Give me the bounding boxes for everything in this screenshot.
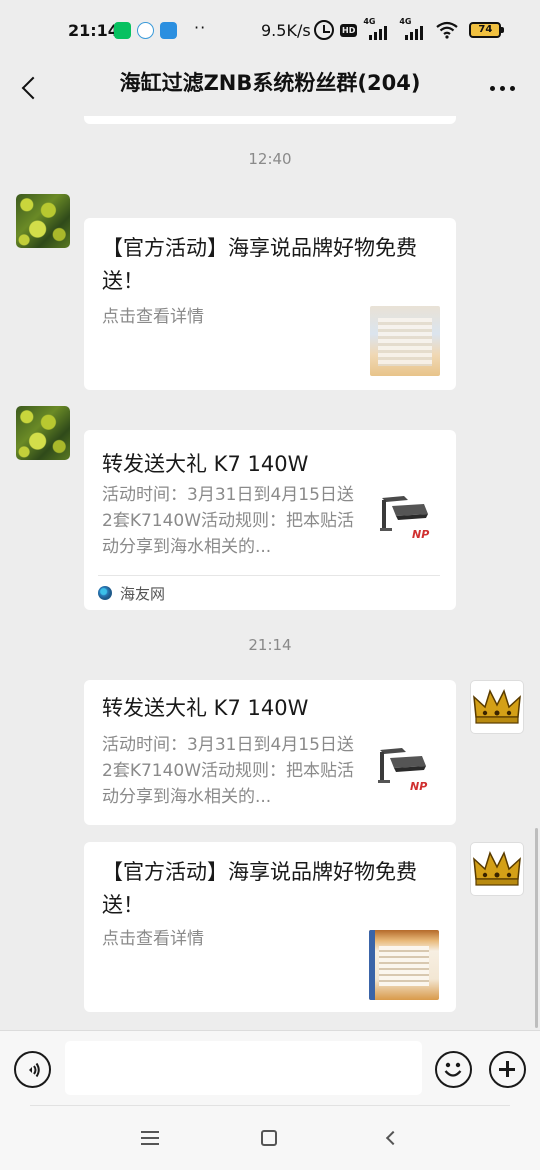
my-avatar[interactable] <box>470 842 524 896</box>
message-timestamp: 21:14 <box>248 636 292 654</box>
card-description: 活动时间：3月31日到4月15日送2套K7140W活动规则：把本贴活动分享到海水… <box>102 485 355 557</box>
card-source-name: 海友网 <box>120 585 166 603</box>
chat-message-list[interactable]: 12:40 【官方活动】海享说品牌好物免费送！ 点击查看详情 转发送大礼 K7 … <box>0 116 540 1030</box>
browser-icon <box>137 22 154 39</box>
card-title: 【官方活动】海享说品牌好物免费送！ <box>102 236 417 293</box>
voice-icon <box>29 1062 40 1078</box>
source-logo-icon <box>98 586 112 600</box>
link-card[interactable]: 转发送大礼 K7 140W 活动时间：3月31日到4月15日送2套K7140W活… <box>84 680 456 825</box>
network-speed: 9.5K/s <box>261 21 311 40</box>
cloud-icon <box>160 22 177 39</box>
signal-icon: 4G <box>399 17 429 40</box>
status-app-icons <box>114 22 177 39</box>
link-card[interactable]: 【官方活动】海享说品牌好物免费送！ 点击查看详情 <box>84 218 456 390</box>
nav-back-icon[interactable] <box>384 1130 401 1146</box>
svg-text:NP: NP <box>410 780 427 793</box>
message-text-input[interactable] <box>65 1041 422 1095</box>
card-source-bar: 海友网 <box>98 575 440 603</box>
previous-message-card[interactable] <box>84 116 456 124</box>
crown-icon <box>473 689 521 724</box>
wifi-icon <box>436 21 459 39</box>
chevron-left-icon <box>21 76 45 100</box>
menu-icon[interactable] <box>141 1131 159 1145</box>
card-title: 转发送大礼 K7 140W <box>102 696 309 720</box>
card-thumbnail: NP <box>370 484 440 554</box>
status-right-icons: HD 4G 4G 74 <box>314 17 505 40</box>
emoji-button[interactable] <box>435 1051 472 1088</box>
card-description: 点击查看详情 <box>102 307 204 327</box>
more-functions-button[interactable] <box>489 1051 526 1088</box>
crown-icon <box>473 851 521 886</box>
more-options-button[interactable] <box>484 76 520 100</box>
card-title: 转发送大礼 K7 140W <box>102 452 309 476</box>
status-time: 21:14 <box>68 21 119 40</box>
wechat-icon <box>114 22 131 39</box>
message-input-bar <box>0 1030 540 1106</box>
message-timestamp: 12:40 <box>248 150 292 168</box>
card-thumbnail <box>369 930 439 1000</box>
network-type-label: 4G <box>399 17 412 26</box>
home-icon[interactable] <box>261 1130 277 1146</box>
more-dots-icon <box>489 85 495 91</box>
back-button[interactable] <box>14 68 46 108</box>
status-bar: 21:14 ·· 9.5K/s HD 4G 4G 74 <box>0 0 540 62</box>
status-more-dots: ·· <box>194 18 207 37</box>
voice-input-button[interactable] <box>14 1051 51 1088</box>
card-description: 点击查看详情 <box>102 929 204 949</box>
chat-scrollbar[interactable] <box>535 828 538 1028</box>
svg-text:NP: NP <box>412 528 429 541</box>
card-thumbnail: NP <box>368 736 438 806</box>
alarm-icon <box>314 20 334 40</box>
group-title: 海缸过滤ZNB系统粉丝群(204) <box>119 71 421 95</box>
battery-icon: 74 <box>469 22 505 38</box>
smiley-icon <box>444 1062 462 1077</box>
card-title: 【官方活动】海享说品牌好物免费送！ <box>102 860 417 917</box>
chat-header: 海缸过滤ZNB系统粉丝群(204) <box>0 62 540 116</box>
link-card[interactable]: 转发送大礼 K7 140W 活动时间：3月31日到4月15日送2套K7140W活… <box>84 430 456 610</box>
signal-icon: 4G <box>363 17 393 40</box>
system-navigation-bar <box>0 1106 540 1170</box>
link-card[interactable]: 【官方活动】海享说品牌好物免费送！ 点击查看详情 <box>84 842 456 1012</box>
my-avatar[interactable] <box>470 680 524 734</box>
card-thumbnail <box>370 306 440 376</box>
card-description: 活动时间：3月31日到4月15日送2套K7140W活动规则：把本贴活动分享到海水… <box>102 735 355 807</box>
network-type-label: 4G <box>363 17 376 26</box>
sender-avatar[interactable] <box>16 406 70 460</box>
sender-avatar[interactable] <box>16 194 70 248</box>
hd-icon: HD <box>340 23 358 37</box>
